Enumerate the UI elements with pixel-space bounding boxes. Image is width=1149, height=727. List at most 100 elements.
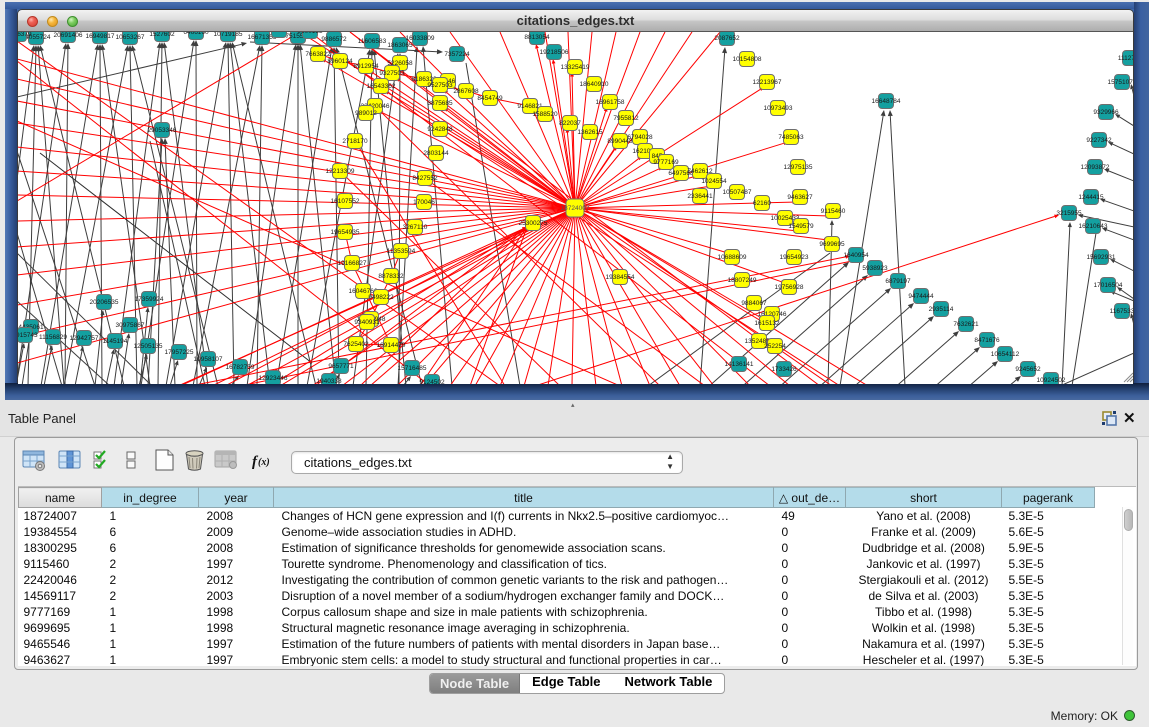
svg-text:16648784: 16648784 xyxy=(872,98,901,105)
svg-text:6466160: 6466160 xyxy=(183,32,209,36)
svg-text:8427552: 8427552 xyxy=(412,175,438,182)
svg-text:17359924: 17359924 xyxy=(135,296,164,303)
svg-text:17016504: 17016504 xyxy=(1094,282,1123,289)
svg-text:9657771: 9657771 xyxy=(328,363,354,370)
svg-text:19384554: 19384554 xyxy=(606,274,635,281)
svg-text:3267110: 3267110 xyxy=(403,224,428,231)
svg-text:29053346: 29053346 xyxy=(148,127,177,134)
svg-text:1733426: 1733426 xyxy=(771,366,797,373)
svg-text:2718170: 2718170 xyxy=(342,138,368,145)
svg-text:9340931: 9340931 xyxy=(354,319,380,326)
svg-text:822037: 822037 xyxy=(559,120,581,127)
svg-text:19756928: 19756928 xyxy=(775,284,804,291)
svg-text:9242848: 9242848 xyxy=(427,126,453,133)
svg-text:15716485: 15716485 xyxy=(398,365,427,372)
svg-text:20206535: 20206535 xyxy=(90,299,119,306)
svg-text:9463627: 9463627 xyxy=(787,194,813,201)
svg-text:1167533: 1167533 xyxy=(1110,308,1133,315)
svg-text:3215955: 3215955 xyxy=(1056,210,1082,217)
svg-text:6879197: 6879197 xyxy=(885,278,911,285)
svg-text:7663822: 7663822 xyxy=(305,51,331,58)
svg-text:16543362: 16543362 xyxy=(367,83,396,90)
svg-text:16961758: 16961758 xyxy=(596,99,625,106)
svg-text:6794028: 6794028 xyxy=(627,134,653,141)
svg-text:10973493: 10973493 xyxy=(764,105,793,112)
svg-text:19654923: 19654923 xyxy=(780,254,809,261)
svg-text:10719185: 10719185 xyxy=(214,32,243,38)
svg-text:10654112: 10654112 xyxy=(991,351,1020,358)
svg-text:16782759: 16782759 xyxy=(226,364,255,371)
svg-text:9227342: 9227342 xyxy=(1086,137,1112,144)
svg-text:8454749: 8454749 xyxy=(477,95,503,102)
svg-text:1362615: 1362615 xyxy=(577,129,603,136)
svg-text:62160: 62160 xyxy=(753,200,771,207)
svg-text:9245652: 9245652 xyxy=(1015,366,1041,373)
svg-text:10688609: 10688609 xyxy=(718,254,747,261)
svg-text:1549579: 1549579 xyxy=(788,223,814,230)
svg-text:8960124: 8960124 xyxy=(327,58,353,65)
svg-text:12505135: 12505135 xyxy=(134,343,163,350)
svg-text:10507487: 10507487 xyxy=(723,189,752,196)
svg-text:15751074: 15751074 xyxy=(1108,79,1133,86)
svg-text:12942757: 12942757 xyxy=(70,335,99,342)
svg-text:16914479: 16914479 xyxy=(377,342,406,349)
svg-text:9124502: 9124502 xyxy=(419,379,445,384)
svg-text:2935114: 2935114 xyxy=(929,306,954,313)
svg-text:9115460: 9115460 xyxy=(821,208,846,215)
svg-text:9527503: 9527503 xyxy=(427,82,453,89)
svg-text:1640954: 1640954 xyxy=(843,252,869,259)
svg-text:20691406: 20691406 xyxy=(54,32,83,39)
svg-text:9329966: 9329966 xyxy=(1093,109,1119,116)
svg-text:3915743: 3915743 xyxy=(18,332,38,339)
svg-text:18640910: 18640910 xyxy=(580,81,609,88)
svg-text:9474444: 9474444 xyxy=(908,293,934,300)
svg-text:8386379: 8386379 xyxy=(18,32,32,38)
svg-text:1588520: 1588520 xyxy=(532,111,558,118)
svg-text:12213309: 12213309 xyxy=(326,168,355,175)
svg-text:17957225: 17957225 xyxy=(165,349,194,356)
svg-text:10653267: 10653267 xyxy=(116,34,145,41)
svg-text:11606583: 11606583 xyxy=(358,38,387,45)
svg-text:7955812: 7955812 xyxy=(613,115,639,122)
svg-text:989012: 989012 xyxy=(355,110,377,117)
svg-text:19166827: 19166827 xyxy=(338,260,367,267)
svg-text:12213967: 12213967 xyxy=(753,79,782,86)
svg-text:11156829: 11156829 xyxy=(39,334,67,341)
svg-text:10924502: 10924502 xyxy=(1037,377,1066,384)
svg-text:15692931: 15692931 xyxy=(1087,254,1116,261)
svg-text:12975135: 12975135 xyxy=(784,164,813,171)
svg-text:252254: 252254 xyxy=(764,343,786,350)
svg-text:1112733: 1112733 xyxy=(1118,55,1133,62)
svg-text:1244415: 1244415 xyxy=(1078,194,1104,201)
svg-text:7485063: 7485063 xyxy=(778,134,804,141)
svg-text:1940338: 1940338 xyxy=(316,378,342,384)
svg-text:3875685: 3875685 xyxy=(427,100,453,107)
svg-text:1024554: 1024554 xyxy=(701,178,727,185)
svg-text:14136141: 14136141 xyxy=(725,361,754,368)
svg-text:1863065: 1863065 xyxy=(387,42,413,49)
svg-text:9327503: 9327503 xyxy=(379,70,405,77)
svg-text:12093872: 12093872 xyxy=(1081,164,1110,171)
svg-text:9884067: 9884067 xyxy=(741,300,767,307)
svg-text:5938923: 5938923 xyxy=(862,265,888,272)
svg-text:1145194: 1145194 xyxy=(103,338,128,345)
svg-text:9886572: 9886572 xyxy=(321,36,347,43)
svg-text:9498222: 9498222 xyxy=(368,294,394,301)
svg-text:19218506: 19218506 xyxy=(540,49,569,56)
svg-text:7625402: 7625402 xyxy=(343,341,369,348)
svg-text:10154808: 10154808 xyxy=(733,56,762,63)
svg-text:16033809: 16033809 xyxy=(406,35,435,42)
svg-text:2803144: 2803144 xyxy=(423,150,449,157)
svg-text:8813054: 8813054 xyxy=(524,34,550,41)
svg-text:7632621: 7632621 xyxy=(953,321,979,328)
svg-text:16210643: 16210643 xyxy=(1079,223,1108,230)
svg-text:2867608: 2867608 xyxy=(453,88,479,95)
svg-text:13325419: 13325419 xyxy=(561,64,590,71)
svg-text:9777169: 9777169 xyxy=(653,159,679,166)
svg-text:11353594: 11353594 xyxy=(387,248,416,255)
svg-text:9699695: 9699695 xyxy=(819,241,845,248)
svg-text:1527602: 1527602 xyxy=(149,32,175,38)
svg-text:170046: 170046 xyxy=(413,199,435,206)
svg-text:12923446: 12923446 xyxy=(259,375,288,382)
svg-text:0433218: 0433218 xyxy=(266,32,292,34)
